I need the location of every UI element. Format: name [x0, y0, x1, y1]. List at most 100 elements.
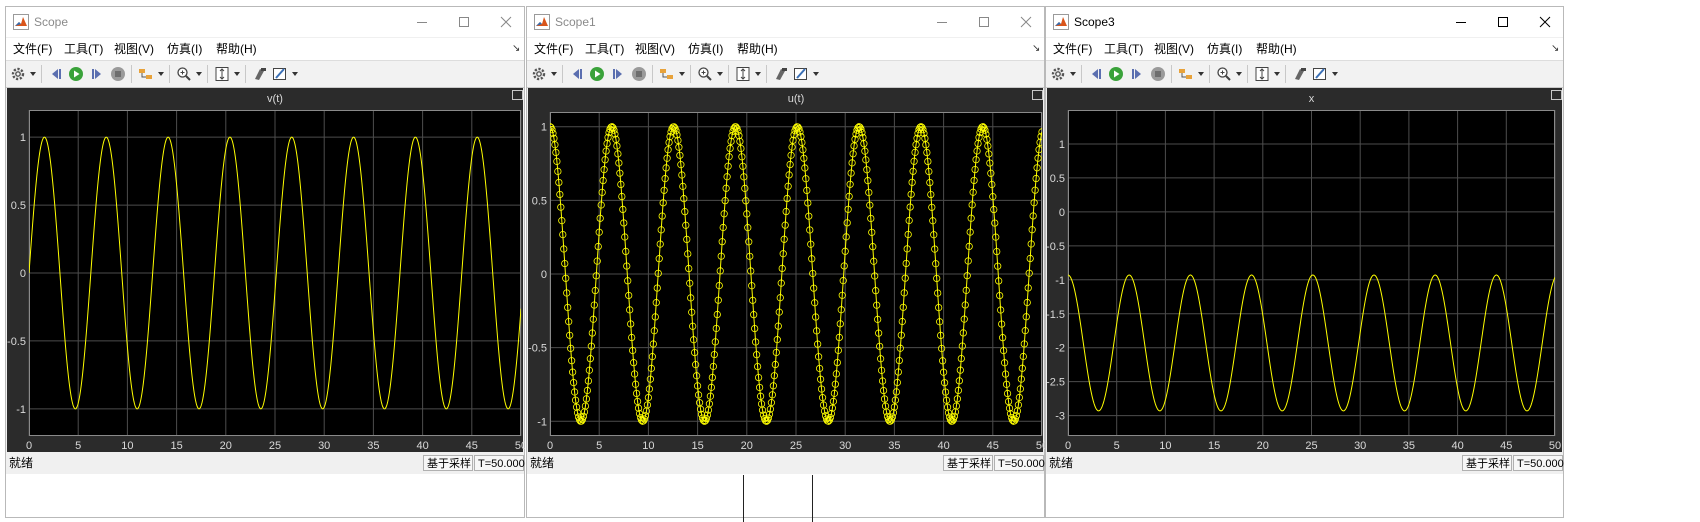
menu-expand-icon[interactable]: ↘: [1032, 44, 1040, 54]
maximize-button[interactable]: [441, 7, 487, 37]
title-bar[interactable]: Scope3: [1046, 7, 1563, 37]
menu-item[interactable]: 工具(T): [585, 42, 624, 56]
zoom-in-icon[interactable]: [1216, 66, 1232, 82]
menu-item[interactable]: 视图(V): [1154, 42, 1194, 56]
menu-item[interactable]: 帮助(H): [737, 42, 778, 56]
run-icon[interactable]: [1108, 66, 1124, 82]
x-tick-label: 10: [642, 440, 654, 452]
menu-item[interactable]: 仿真(I): [167, 42, 202, 56]
autoscale-icon[interactable]: [1254, 66, 1270, 82]
dropdown-arrow-icon[interactable]: [1332, 72, 1338, 76]
autoscale-icon[interactable]: [735, 66, 751, 82]
toolbar-separator: [207, 65, 208, 83]
autoscale-icon[interactable]: [214, 66, 230, 82]
x-tick-label: 45: [466, 440, 478, 452]
y-tick-label: 0: [20, 268, 26, 280]
dropdown-arrow-icon[interactable]: [158, 72, 164, 76]
undock-icon[interactable]: [1032, 90, 1043, 100]
zoom-in-icon[interactable]: [697, 66, 713, 82]
settings-gear-icon[interactable]: [531, 66, 547, 82]
close-button[interactable]: [1522, 7, 1568, 37]
step-back-icon[interactable]: [569, 66, 585, 82]
stop-icon[interactable]: [110, 66, 126, 82]
maximize-icon: [459, 17, 469, 27]
undock-icon[interactable]: [1551, 90, 1562, 100]
menu-item[interactable]: 文件(F): [534, 42, 573, 56]
style-icon[interactable]: [272, 66, 288, 82]
highlight-simulink-block-icon[interactable]: [138, 66, 154, 82]
menu-bar: 文件(F) 工具(T) 视图(V) 仿真(I) 帮助(H) ↘: [6, 38, 524, 60]
title-bar[interactable]: Scope: [6, 7, 524, 37]
style-icon[interactable]: [1312, 66, 1328, 82]
scope-window: Scope1 文件(F) 工具(T) 视图(V) 仿真(I) 帮助(H) ↘ 0 5 10 15 20…: [526, 6, 1045, 518]
menu-item[interactable]: 视图(V): [114, 42, 154, 56]
scope-plot[interactable]: 0 5 10 15 20 25 30 35 40 45 50 -3 -2.5 -2 -1.5 -1 -0.5 0 0…: [1047, 88, 1564, 452]
zoom-in-icon[interactable]: [176, 66, 192, 82]
undock-icon[interactable]: [512, 90, 523, 100]
scope-plot[interactable]: 0 5 10 15 20 25 30 35 40 45 50 -1 -0.5 0 0.5 1 v(t): [7, 88, 525, 452]
scope-plot[interactable]: 0 5 10 15 20 25 30 35 40 45 50 -1 -0.5 0 0.5 1 u(t): [528, 88, 1045, 452]
run-icon[interactable]: [68, 66, 84, 82]
signal-selector-icon[interactable]: [773, 66, 789, 82]
close-button[interactable]: [1003, 7, 1049, 37]
dropdown-arrow-icon[interactable]: [1070, 72, 1076, 76]
close-icon: [1539, 16, 1551, 28]
minimize-button[interactable]: [399, 7, 445, 37]
menu-item[interactable]: 帮助(H): [1256, 42, 1297, 56]
dropdown-arrow-icon[interactable]: [717, 72, 723, 76]
settings-gear-icon[interactable]: [10, 66, 26, 82]
step-back-icon[interactable]: [48, 66, 64, 82]
dropdown-arrow-icon[interactable]: [196, 72, 202, 76]
dropdown-arrow-icon[interactable]: [234, 72, 240, 76]
y-tick-label: -3: [1055, 411, 1065, 423]
menu-expand-icon[interactable]: ↘: [512, 44, 520, 54]
status-text: 就绪: [9, 456, 34, 470]
step-forward-icon[interactable]: [89, 66, 105, 82]
y-tick-label: 1: [20, 132, 26, 144]
step-back-icon[interactable]: [1088, 66, 1104, 82]
maximize-button[interactable]: [961, 7, 1007, 37]
run-icon[interactable]: [589, 66, 605, 82]
menu-item[interactable]: 帮助(H): [216, 42, 257, 56]
dropdown-arrow-icon[interactable]: [1274, 72, 1280, 76]
style-icon[interactable]: [793, 66, 809, 82]
title-bar[interactable]: Scope1: [527, 7, 1044, 37]
minimize-icon: [417, 22, 427, 23]
stop-icon[interactable]: [631, 66, 647, 82]
x-tick-label: 40: [416, 440, 428, 452]
dropdown-arrow-icon[interactable]: [1198, 72, 1204, 76]
menu-item[interactable]: 仿真(I): [1207, 42, 1242, 56]
menu-item[interactable]: 视图(V): [635, 42, 675, 56]
menu-item[interactable]: 文件(F): [1053, 42, 1092, 56]
menu-item[interactable]: 工具(T): [1104, 42, 1143, 56]
signal-selector-icon[interactable]: [1292, 66, 1308, 82]
settings-gear-icon[interactable]: [1050, 66, 1066, 82]
stop-icon[interactable]: [1150, 66, 1166, 82]
window-bottom-area: [1046, 474, 1563, 517]
step-forward-icon[interactable]: [610, 66, 626, 82]
plot-title: x: [1309, 93, 1315, 105]
menu-expand-icon[interactable]: ↘: [1551, 44, 1559, 54]
menu-item[interactable]: 仿真(I): [688, 42, 723, 56]
menu-item[interactable]: 工具(T): [64, 42, 103, 56]
x-tick-label: 25: [1305, 440, 1317, 452]
close-button[interactable]: [483, 7, 529, 37]
dropdown-arrow-icon[interactable]: [813, 72, 819, 76]
signal-selector-icon[interactable]: [252, 66, 268, 82]
x-tick-label: 50: [1036, 440, 1045, 452]
dropdown-arrow-icon[interactable]: [679, 72, 685, 76]
dropdown-arrow-icon[interactable]: [292, 72, 298, 76]
maximize-button[interactable]: [1480, 7, 1526, 37]
dropdown-arrow-icon[interactable]: [1236, 72, 1242, 76]
window-title: Scope1: [555, 15, 596, 29]
minimize-button[interactable]: [1438, 7, 1484, 37]
step-forward-icon[interactable]: [1129, 66, 1145, 82]
menu-item[interactable]: 文件(F): [13, 42, 52, 56]
highlight-simulink-block-icon[interactable]: [659, 66, 675, 82]
dropdown-arrow-icon[interactable]: [755, 72, 761, 76]
x-tick-label: 20: [741, 440, 753, 452]
minimize-button[interactable]: [919, 7, 965, 37]
dropdown-arrow-icon[interactable]: [30, 72, 36, 76]
dropdown-arrow-icon[interactable]: [551, 72, 557, 76]
highlight-simulink-block-icon[interactable]: [1178, 66, 1194, 82]
